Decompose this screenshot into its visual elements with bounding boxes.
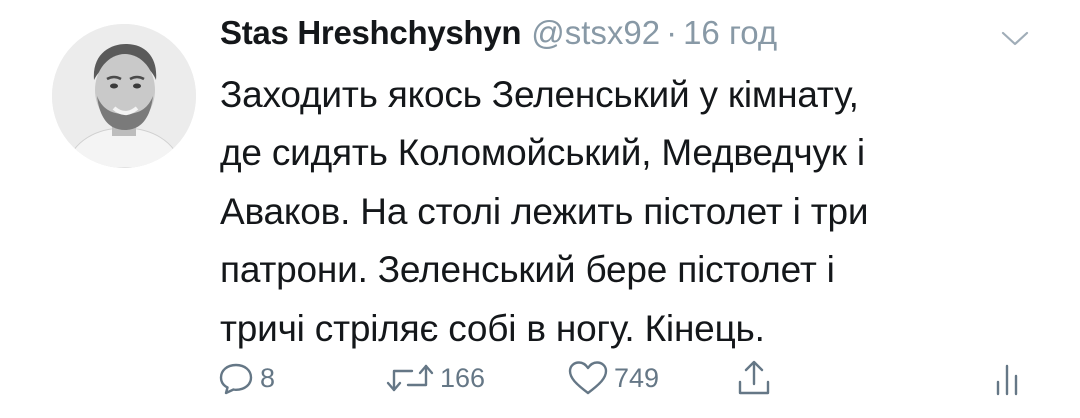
reply-button[interactable]: 8 [216,358,275,398]
analytics-button[interactable] [992,358,1022,398]
speech-bubble-icon [216,358,256,398]
like-count: 749 [614,362,660,393]
heart-icon [566,358,610,398]
tweet-header: Stas Hreshchyshyn @stsx92 · 16 год [220,14,777,62]
action-bar: 8 166 749 [0,348,1080,408]
tweet-text: Заходить якось Зеленський у кімнату, де … [220,66,1020,358]
tweet-text-line: Заходить якось Зеленський у кімнату, [220,74,859,115]
like-button[interactable]: 749 [566,358,659,398]
bar-chart-icon [992,358,1022,398]
tweet-card[interactable]: Stas Hreshchyshyn @stsx92 · 16 год Заход… [0,0,1080,418]
retweet-button[interactable]: 166 [384,358,485,398]
avatar[interactable] [52,24,196,168]
timestamp[interactable]: 16 год [683,14,777,52]
retweet-count: 166 [440,362,486,393]
retweet-arrows-icon [384,358,436,398]
tweet-text-line: Аваков. На столі лежить пістолет і три [220,190,869,232]
reply-count: 8 [260,362,276,393]
user-handle[interactable]: @stsx92 [531,14,660,52]
chevron-down-icon[interactable] [1000,30,1030,48]
share-upload-icon [734,358,774,398]
tweet-text-line: патрони. Зеленський бере пістолет і [220,249,835,291]
display-name[interactable]: Stas Hreshchyshyn [220,14,522,52]
tweet-text-line: де сидять Коломойський, Медведчук і [220,132,865,174]
separator-dot: · [666,14,678,51]
share-button[interactable] [734,358,774,398]
